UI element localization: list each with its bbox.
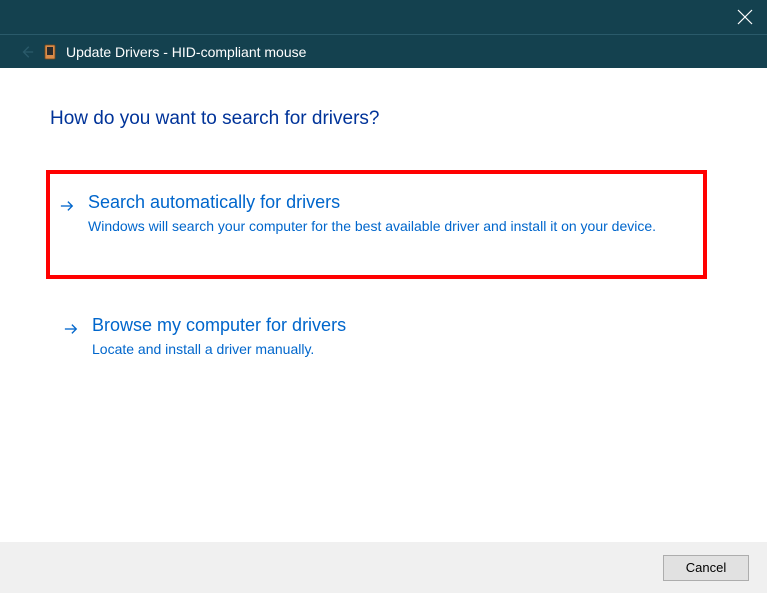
header-bar: Update Drivers - HID-compliant mouse xyxy=(0,34,767,68)
arrow-right-icon xyxy=(64,322,78,336)
arrow-right-icon xyxy=(60,199,74,213)
option-text: Search automatically for drivers Windows… xyxy=(88,192,677,237)
close-icon[interactable] xyxy=(737,9,753,25)
option-text: Browse my computer for drivers Locate an… xyxy=(92,315,687,360)
option-search-automatically[interactable]: Search automatically for drivers Windows… xyxy=(46,170,707,279)
option-description: Locate and install a driver manually. xyxy=(92,340,687,360)
header-title: Update Drivers - HID-compliant mouse xyxy=(66,44,306,60)
titlebar xyxy=(0,0,767,34)
device-icon xyxy=(44,44,56,60)
back-arrow-icon xyxy=(20,45,34,59)
page-heading: How do you want to search for drivers? xyxy=(50,108,717,130)
option-browse-computer[interactable]: Browse my computer for drivers Locate an… xyxy=(50,305,717,378)
option-description: Windows will search your computer for th… xyxy=(88,217,677,237)
option-title: Browse my computer for drivers xyxy=(92,315,687,336)
cancel-button[interactable]: Cancel xyxy=(663,555,749,581)
footer-bar: Cancel xyxy=(0,542,767,593)
content-area: How do you want to search for drivers? S… xyxy=(0,108,767,582)
option-title: Search automatically for drivers xyxy=(88,192,677,213)
